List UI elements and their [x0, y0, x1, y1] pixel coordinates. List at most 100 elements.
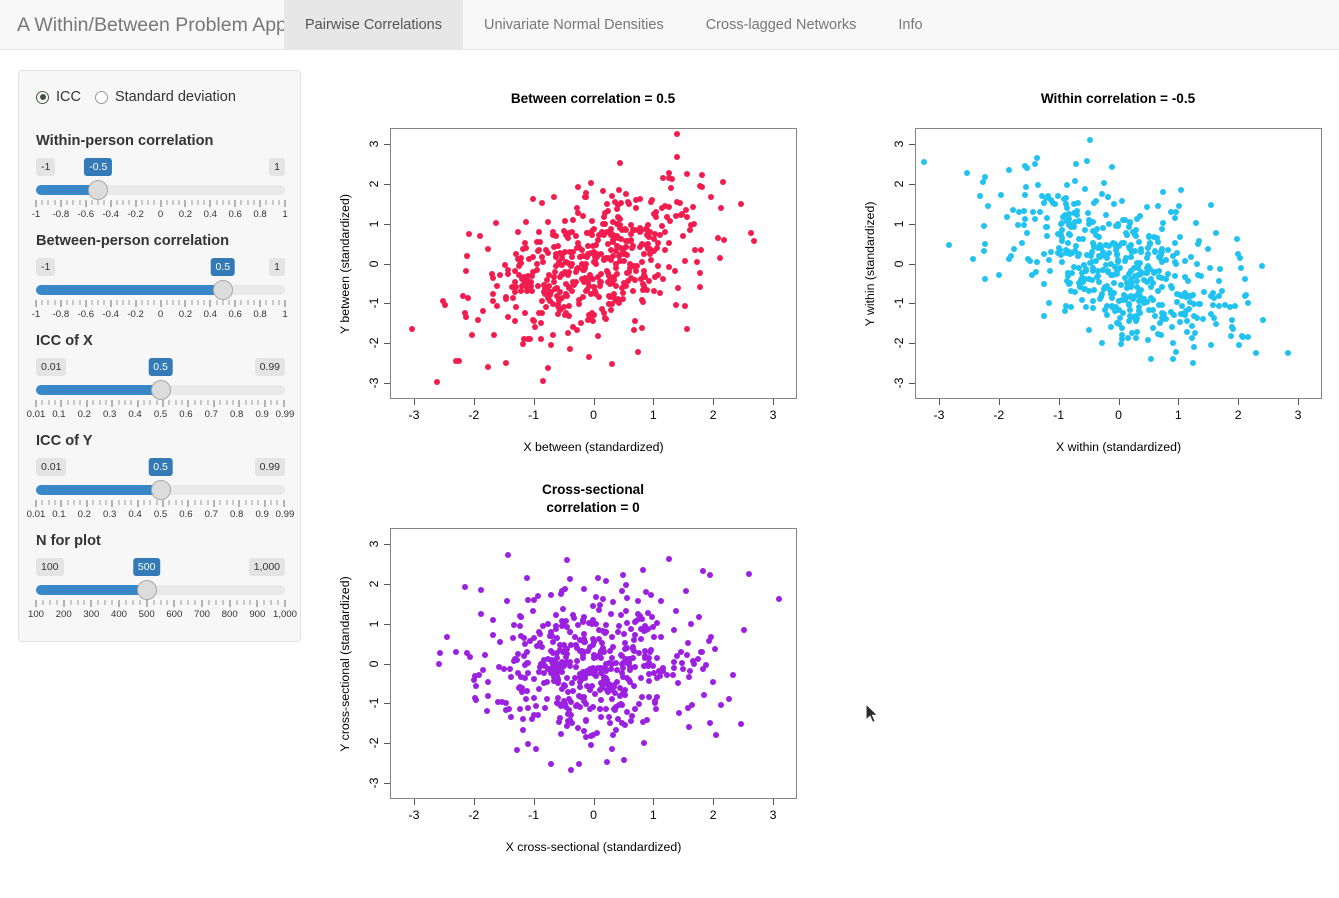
scatter-point [579, 648, 586, 655]
scatter-point [580, 635, 587, 642]
scatter-point [514, 746, 521, 753]
scatter-point [473, 682, 480, 689]
x-axis-tick [413, 799, 415, 805]
scatter-point [628, 625, 635, 632]
scatter-point [640, 740, 647, 747]
scatter-point [503, 598, 510, 605]
scatter-point [481, 651, 488, 658]
scatter-point [590, 639, 597, 646]
scatter-point [654, 654, 661, 661]
scatter-point [776, 596, 783, 603]
scatter-point [639, 567, 646, 574]
scatter-point [609, 745, 616, 752]
scatter-point [703, 662, 710, 669]
scatter-point [657, 633, 664, 640]
scatter-point [490, 617, 497, 624]
scatter-point [572, 675, 579, 682]
scatter-point [537, 631, 544, 638]
scatter-point [617, 685, 623, 692]
scatter-point [558, 591, 565, 598]
scatter-point [524, 596, 531, 603]
scatter-point [581, 614, 588, 621]
x-axis-tick [713, 799, 715, 805]
scatter-point [544, 695, 551, 702]
scatter-point [530, 676, 537, 683]
scatter-point [672, 608, 679, 615]
scatter-point [609, 695, 615, 702]
scatter-point [646, 655, 653, 662]
scatter-point [595, 574, 602, 581]
y-axis-tick [384, 783, 390, 785]
scatter-point [443, 634, 450, 641]
y-axis-tick-label: -2 [367, 737, 381, 749]
scatter-point [700, 567, 707, 574]
y-axis-tick-label: 1 [367, 620, 381, 628]
scatter-point [623, 619, 630, 626]
scatter-point [507, 674, 514, 681]
x-axis-tick-label: 3 [769, 808, 777, 822]
scatter-point [648, 591, 655, 598]
scatter-point [515, 670, 522, 677]
plot-title-cross-sectional: Cross-sectional [542, 482, 644, 497]
y-axis-tick [384, 743, 390, 745]
scatter-point [548, 633, 555, 640]
scatter-point [639, 718, 646, 725]
scatter-point [623, 607, 630, 614]
scatter-point [652, 706, 659, 713]
scatter-point [637, 674, 644, 681]
scatter-point [590, 732, 597, 739]
scatter-point [583, 682, 590, 689]
scatter-point [631, 683, 638, 690]
scatter-point [572, 664, 579, 671]
scatter-point [612, 659, 619, 666]
scatter-point [523, 574, 530, 581]
scatter-point [567, 698, 574, 705]
x-axis-tick-label: 1 [649, 808, 657, 822]
scatter-point [565, 689, 572, 696]
scatter-point [683, 588, 690, 595]
scatter-point [477, 611, 484, 618]
scatter-point [507, 665, 514, 672]
scatter-point [485, 692, 492, 699]
scatter-point [673, 652, 680, 659]
scatter-point [641, 663, 648, 670]
scatter-point [606, 659, 613, 666]
scatter-point [511, 655, 518, 662]
x-axis-tick [473, 799, 475, 805]
scatter-point [624, 595, 631, 602]
scatter-point [725, 695, 732, 702]
scatter-point [622, 581, 629, 588]
scatter-point [573, 657, 580, 664]
scatter-point [706, 572, 713, 579]
scatter-point [658, 597, 665, 604]
scatter-point [507, 713, 514, 720]
scatter-point [561, 701, 568, 708]
scatter-point [695, 614, 702, 621]
x-axis-tick-label: -1 [528, 808, 540, 822]
scatter-point [616, 622, 623, 629]
scatter-point [707, 720, 714, 727]
scatter-point [583, 716, 590, 723]
scatter-point [620, 571, 627, 578]
scatter-point [564, 651, 571, 658]
scatter-point [636, 615, 643, 622]
scatter-point [558, 731, 565, 738]
scatter-point [741, 626, 748, 633]
x-axis-tick [653, 799, 655, 805]
scatter-point [495, 664, 502, 671]
y-axis-tick [384, 543, 390, 545]
y-axis-tick-label: 3 [367, 540, 381, 548]
scatter-point [621, 756, 628, 763]
scatter-point [594, 665, 601, 672]
scatter-point [496, 638, 503, 645]
plot-cross-sectional: Cross-sectional correlation = 0 -3 -2 -1 0 1 2 3… [0, 0, 1339, 898]
scatter-point [463, 649, 470, 656]
scatter-point [712, 646, 718, 653]
scatter-point [635, 597, 642, 604]
scatter-point [679, 666, 686, 673]
y-axis-tick-label: 0 [367, 660, 381, 667]
scatter-point [485, 678, 492, 685]
scatter-point [647, 647, 654, 653]
scatter-point [555, 664, 562, 671]
plot-title-cross-sectional: correlation = 0 [546, 500, 640, 515]
